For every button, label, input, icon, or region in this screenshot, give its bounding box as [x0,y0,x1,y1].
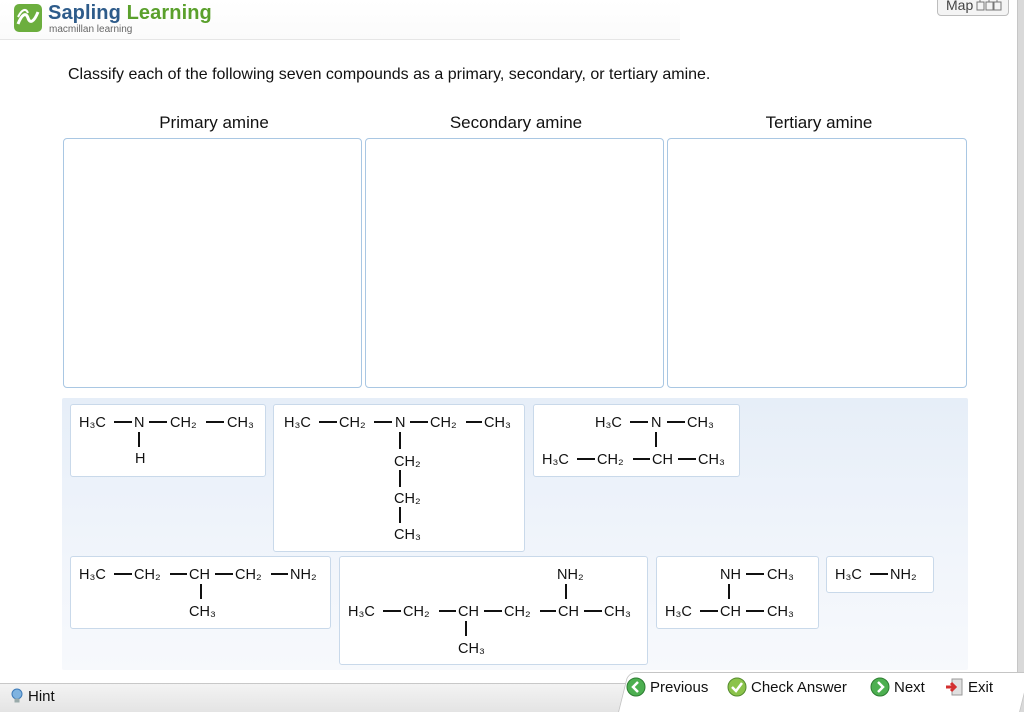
question-text: Classify each of the following seven com… [68,66,711,83]
map-label: Map [946,0,974,13]
header-bar: Sapling Learning macmillan learning [0,0,680,40]
right-scrollbar[interactable] [1017,0,1024,712]
sapling-logo-icon [14,4,42,32]
exit-button[interactable]: Exit [944,677,993,697]
secondary-amine-drop-zone[interactable] [365,138,664,388]
atom: H₃C [542,452,569,468]
atom: NH₂ [890,567,917,583]
atom: CH₂ [339,415,366,431]
atom: CH [720,604,741,620]
primary-amine-label: Primary amine [159,113,269,132]
atom: NH [720,567,741,583]
lightbulb-icon [11,688,23,703]
atom: CH₂ [394,454,421,470]
exit-door-icon [946,678,963,696]
atom: CH₂ [430,415,457,431]
tertiary-amine-drop-zone[interactable] [667,138,967,388]
next-label: Next [894,679,925,696]
atom: CH [458,604,479,620]
atom: NH₂ [290,567,317,583]
atom: CH₂ [170,415,197,431]
atom: CH₃ [767,567,794,583]
atom: NH₂ [557,567,584,583]
atom: CH₂ [394,491,421,507]
atom: H [135,451,145,467]
check-answer-button[interactable]: Check Answer [727,677,847,697]
atom: CH₃ [767,604,794,620]
atom: H₃C [284,415,311,431]
compound-card-6[interactable]: NH CH₃ H₃C CH CH₃ [656,556,819,629]
atom: N [651,415,661,431]
compound-card-3[interactable]: H₃C N CH₃ H₃C CH₂ CH CH₃ [533,404,740,477]
previous-label: Previous [650,679,709,696]
compound-card-7[interactable]: H₃C NH₂ [826,556,934,593]
next-button[interactable]: Next [870,677,925,697]
atom: CH₂ [504,604,531,620]
atom: CH₃ [687,415,714,431]
atom: CH₃ [227,415,254,431]
exit-label: Exit [968,679,994,696]
atom: CH₃ [189,604,216,620]
atom: H₃C [835,567,862,583]
brand-subtitle: macmillan learning [49,24,133,35]
map-button[interactable]: Map [937,0,1009,16]
check-answer-label: Check Answer [751,679,847,696]
brand-name: Sapling Learning [48,2,212,24]
atom: CH₃ [394,527,421,543]
atom: N [134,415,144,431]
hint-button[interactable]: Hint [10,688,55,705]
arrow-left-icon [626,677,646,697]
hint-label: Hint [28,688,55,705]
compound-card-5[interactable]: NH₂ H₃C CH₂ CH CH₂ CH CH₃ CH₃ [339,556,648,665]
previous-button[interactable]: Previous [626,677,708,697]
secondary-amine-label: Secondary amine [449,113,583,132]
atom: H₃C [665,604,692,620]
atom: H₃C [595,415,622,431]
atom: CH₃ [604,604,631,620]
atom: CH₂ [235,567,262,583]
atom: CH₃ [484,415,511,431]
primary-amine-drop-zone[interactable] [63,138,362,388]
compound-card-1[interactable]: H₃C N CH₂ CH₃ H [70,404,266,477]
compound-card-2[interactable]: H₃C CH₂ N CH₂ CH₃ CH₂ CH₂ CH₃ [273,404,525,552]
compound-card-4[interactable]: H₃C CH₂ CH CH₂ NH₂ CH₃ [70,556,331,629]
atom: N [395,415,405,431]
atom: CH₃ [698,452,725,468]
tertiary-amine-label: Tertiary amine [765,113,873,132]
atom: CH [189,567,210,583]
atom: CH₂ [597,452,624,468]
atom: H₃C [348,604,375,620]
arrow-right-icon [870,677,890,697]
atom: H₃C [79,415,106,431]
checkmark-icon [727,677,747,697]
map-icon [976,0,1002,11]
atom: CH [652,452,673,468]
atom: CH [558,604,579,620]
atom: H₃C [79,567,106,583]
atom: CH₃ [458,641,485,657]
atom: CH₂ [134,567,161,583]
atom: CH₂ [403,604,430,620]
